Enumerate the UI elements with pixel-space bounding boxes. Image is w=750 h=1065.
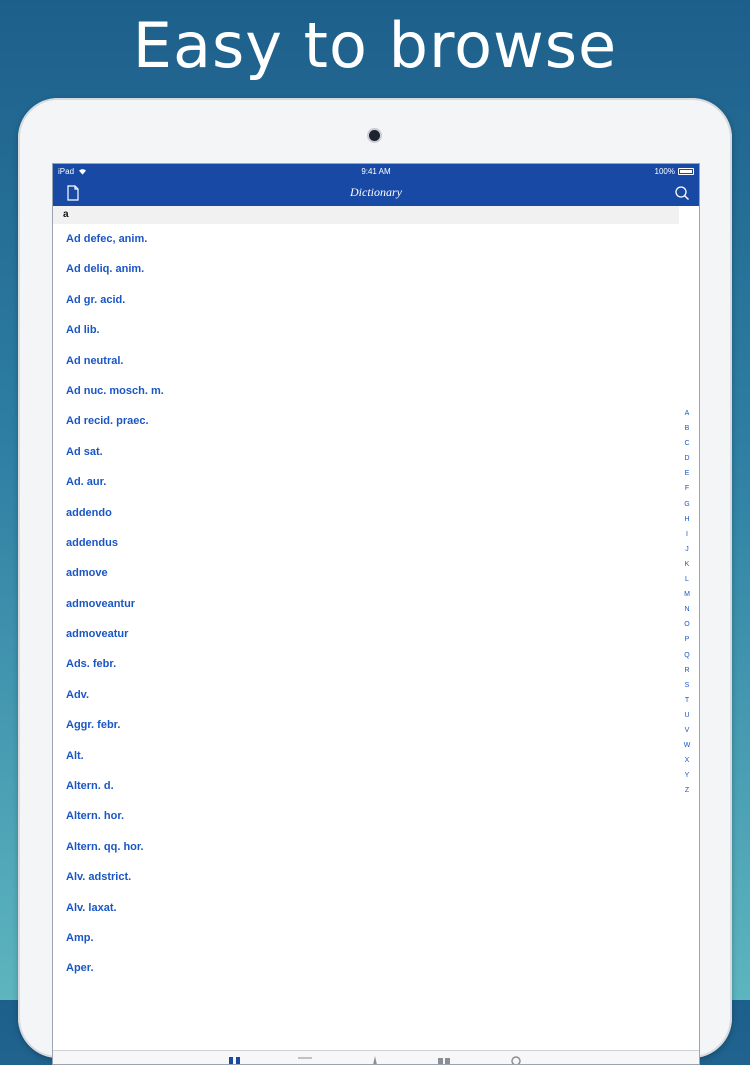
list-item[interactable]: Aper. bbox=[53, 953, 679, 983]
list-item[interactable]: addendus bbox=[53, 528, 679, 558]
settings-tab-icon[interactable] bbox=[508, 1055, 524, 1065]
index-letter[interactable]: E bbox=[680, 466, 694, 481]
list-item[interactable]: admoveantur bbox=[53, 589, 679, 619]
index-letter[interactable]: X bbox=[680, 753, 694, 768]
index-letter[interactable]: G bbox=[680, 497, 694, 512]
index-letter[interactable]: R bbox=[680, 663, 694, 678]
index-letter[interactable]: U bbox=[680, 708, 694, 723]
index-letter[interactable]: P bbox=[680, 632, 694, 647]
index-letter[interactable]: O bbox=[680, 617, 694, 632]
status-time: 9:41 AM bbox=[361, 167, 391, 176]
list-item[interactable]: admove bbox=[53, 558, 679, 588]
nav-title: Dictionary bbox=[350, 185, 402, 199]
index-letter[interactable]: K bbox=[680, 557, 694, 572]
index-letter[interactable]: Y bbox=[680, 768, 694, 783]
navigation-bar: Dictionary bbox=[53, 180, 699, 206]
search-icon[interactable] bbox=[673, 184, 691, 202]
index-letter[interactable]: T bbox=[680, 693, 694, 708]
tab-bar bbox=[53, 1050, 699, 1065]
index-letter[interactable]: I bbox=[680, 527, 694, 542]
list-item[interactable]: Aggr. febr. bbox=[53, 710, 679, 740]
app-screen: iPad 9:41 AM 100% Dictionary a Ad defec,… bbox=[52, 163, 700, 1065]
section-header-letter: a bbox=[63, 209, 69, 220]
index-letter[interactable]: D bbox=[680, 451, 694, 466]
list-item[interactable]: Ad. aur. bbox=[53, 467, 679, 497]
front-camera bbox=[369, 130, 380, 141]
index-letter[interactable]: W bbox=[680, 738, 694, 753]
list-item[interactable]: Altern. hor. bbox=[53, 801, 679, 831]
index-letter[interactable]: S bbox=[680, 678, 694, 693]
list-item[interactable]: Ad sat. bbox=[53, 437, 679, 467]
book-tab-icon[interactable] bbox=[436, 1055, 452, 1065]
list-item[interactable]: Adv. bbox=[53, 680, 679, 710]
dictionary-tab-icon[interactable] bbox=[227, 1055, 243, 1065]
list-item[interactable]: Ad defec, anim. bbox=[53, 224, 679, 254]
list-item[interactable]: Ad lib. bbox=[53, 315, 679, 345]
list-item[interactable]: addendo bbox=[53, 498, 679, 528]
list-item[interactable]: Alv. adstrict. bbox=[53, 862, 679, 892]
index-letter[interactable]: H bbox=[680, 512, 694, 527]
list-item[interactable]: admoveatur bbox=[53, 619, 679, 649]
section-header: a bbox=[53, 206, 679, 224]
list-item[interactable]: Ad deliq. anim. bbox=[53, 254, 679, 284]
index-letter[interactable]: L bbox=[680, 572, 694, 587]
status-bar: iPad 9:41 AM 100% bbox=[53, 164, 699, 180]
list-item[interactable]: Ads. febr. bbox=[53, 649, 679, 679]
list-tab-icon[interactable] bbox=[297, 1055, 313, 1065]
index-letter[interactable]: B bbox=[680, 421, 694, 436]
pin-tab-icon[interactable] bbox=[367, 1055, 383, 1065]
battery-icon bbox=[678, 168, 694, 175]
list-item[interactable]: Ad nuc. mosch. m. bbox=[53, 376, 679, 406]
index-letter[interactable]: F bbox=[680, 481, 694, 496]
index-letter[interactable]: A bbox=[680, 406, 694, 421]
index-letter[interactable]: V bbox=[680, 723, 694, 738]
list-item[interactable]: Altern. d. bbox=[53, 771, 679, 801]
ipad-device-frame: iPad 9:41 AM 100% Dictionary a Ad defec,… bbox=[18, 98, 732, 1065]
index-letter[interactable]: C bbox=[680, 436, 694, 451]
list-item[interactable]: Ad recid. praec. bbox=[53, 406, 679, 436]
index-letter[interactable]: Z bbox=[680, 783, 694, 798]
list-item[interactable]: Altern. qq. hor. bbox=[53, 832, 679, 862]
list-item[interactable]: Amp. bbox=[53, 923, 679, 953]
index-letter[interactable]: J bbox=[680, 542, 694, 557]
headline: Easy to browse bbox=[132, 9, 618, 82]
list-item[interactable]: Ad neutral. bbox=[53, 346, 679, 376]
entry-list: Ad defec, anim. Ad deliq. anim. Ad gr. aci… bbox=[53, 224, 679, 984]
battery-percent: 100% bbox=[654, 167, 675, 176]
list-item[interactable]: Alv. laxat. bbox=[53, 893, 679, 923]
index-letter[interactable]: N bbox=[680, 602, 694, 617]
list-item[interactable]: Ad gr. acid. bbox=[53, 285, 679, 315]
index-letter[interactable]: M bbox=[680, 587, 694, 602]
alphabet-index[interactable]: ABCDEFGHIJKLMNOPQRSTUVWXYZ bbox=[680, 406, 694, 798]
list-item[interactable]: Alt. bbox=[53, 741, 679, 771]
index-letter[interactable]: Q bbox=[680, 648, 694, 663]
